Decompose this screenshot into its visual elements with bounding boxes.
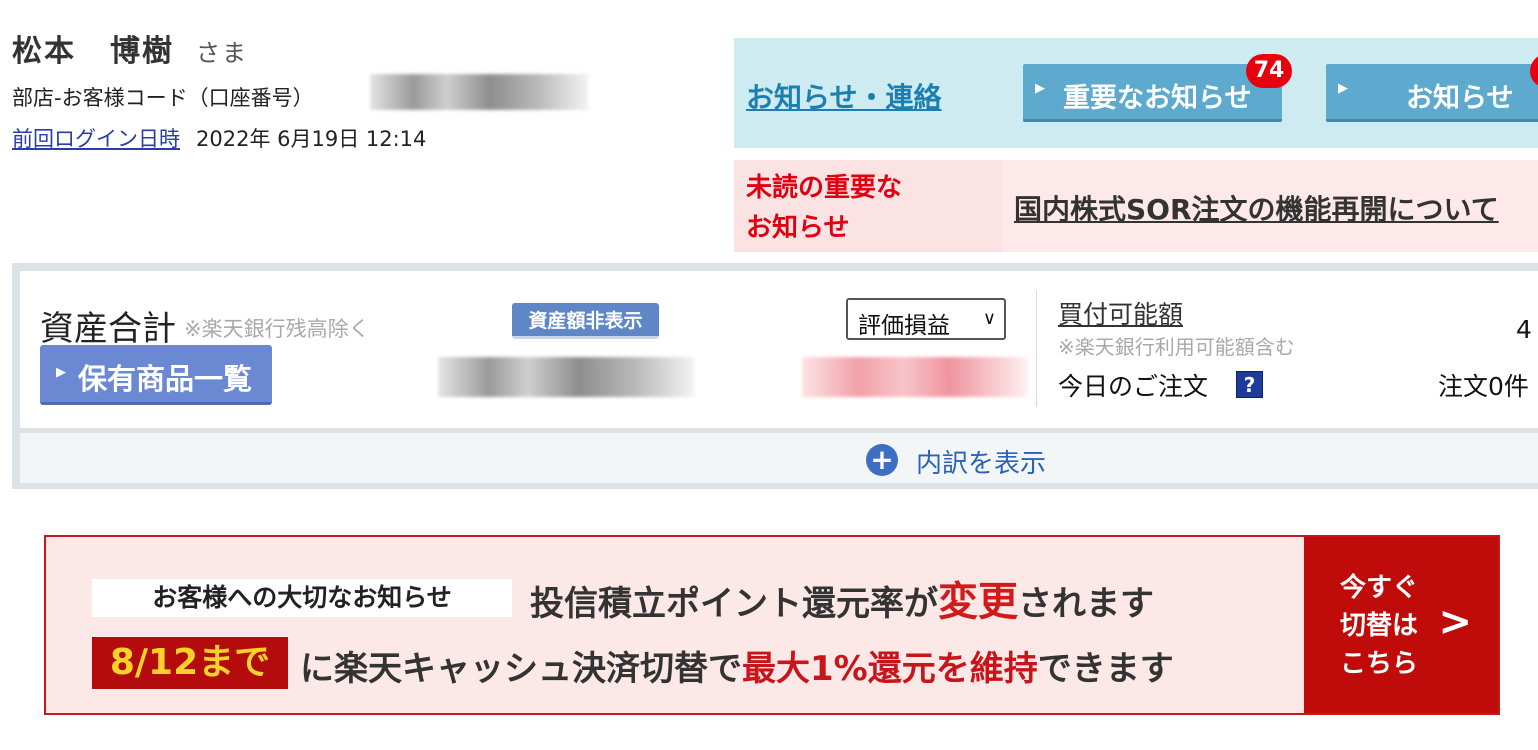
chevron-right-icon: > [1438,599,1472,645]
unread-label-line2: お知らせ [746,213,850,243]
last-login-row: 前回ログイン日時 2022年 6月19日 12:14 [12,123,426,153]
cta-line3: こちら [1340,649,1419,679]
show-breakdown-button[interactable]: + 内訳を表示 [20,433,1538,483]
important-notices-label: 重要なお知らせ [1063,83,1252,114]
holdings-list-label: 保有商品一覧 [78,362,253,396]
asset-total-note: ※楽天銀行残高除く [184,317,370,341]
asset-summary-body: 資産合計 ※楽天銀行残高除く 資産額非表示 ▶ 保有商品一覧 評価損益 ∨ 買付… [20,271,1538,428]
asset-total-redacted [438,357,694,397]
banner-headline-red: 変更 [938,579,1018,625]
triangle-right-icon: ▶ [1035,81,1045,96]
cta-line1: 今すぐ [1340,573,1419,603]
banner-deadline-badge: 8/12まで [92,637,288,689]
buying-power-link[interactable]: 買付可能額 [1058,295,1183,331]
unread-label-line1: 未読の重要な [746,173,903,203]
important-notices-badge: 74 [1246,54,1292,88]
last-login-value: 2022年 6月19日 12:14 [196,127,427,151]
last-login-link[interactable]: 前回ログイン日時 [12,127,180,151]
banner-subline-post: できます [1037,649,1174,689]
buying-power-value: 4 [1516,315,1532,344]
banner-subline-pre: に楽天キャッシュ決済切替で [300,649,742,689]
triangle-right-icon: ▶ [56,365,66,380]
asset-total-title: 資産合計 [40,309,176,349]
profit-loss-select[interactable]: 評価損益 ∨ [846,298,1006,340]
holdings-list-button[interactable]: ▶ 保有商品一覧 [40,345,272,405]
banner-subline-red: 最大1%還元を維持 [742,649,1038,689]
account-code-redacted [370,74,588,110]
divider [1036,291,1037,407]
notices-button[interactable]: ▶ お知らせ [1326,54,1538,122]
banner-cta-button[interactable]: 今すぐ 切替は こちら > [1304,537,1498,713]
triangle-right-icon: ▶ [1338,81,1348,96]
notices-contact-link[interactable]: お知らせ・連絡 [746,76,941,116]
account-code-label: 部店-お客様コード（口座番号） [12,86,314,110]
banner-headline-pre: 投信積立ポイント還元率が [530,584,938,624]
question-mark-icon[interactable]: ? [1236,371,1263,398]
buying-power-note: ※楽天銀行利用可能額含む [1058,335,1295,359]
notices-badge [1530,54,1538,88]
campaign-banner[interactable]: お客様への大切なお知らせ 投信積立ポイント還元率が変更されます 8/12まで に… [44,535,1500,715]
unread-notice-link[interactable]: 国内株式SOR注文の機能再開について [1014,188,1499,228]
notices-label: お知らせ [1406,83,1514,114]
notice-panel: お知らせ・連絡 ▶ 重要なお知らせ 74 ▶ お知らせ [734,38,1538,148]
banner-tag: お客様への大切なお知らせ [92,579,512,617]
banner-cta-text: 今すぐ 切替は こちら [1340,569,1440,683]
chevron-down-icon: ∨ [982,308,996,329]
important-notices-button[interactable]: ▶ 重要なお知らせ 74 [1023,54,1292,122]
cta-line2: 切替は [1340,611,1419,641]
banner-headline: 投信積立ポイント還元率が変更されます [530,569,1154,627]
customer-family-name: 松本 [12,34,76,69]
banner-subline: に楽天キャッシュ決済切替で最大1%還元を維持できます [300,641,1174,690]
profit-loss-select-value: 評価損益 [858,313,950,339]
banner-headline-post: されます [1018,584,1154,624]
plus-circle-icon: + [866,444,898,476]
unread-notice-cell: 国内株式SOR注文の機能再開について [1002,160,1538,252]
asset-summary-panel: 資産合計 ※楽天銀行残高除く 資産額非表示 ▶ 保有商品一覧 評価損益 ∨ 買付… [12,263,1538,489]
customer-given-name: 博樹 [110,34,174,69]
profit-loss-redacted [802,357,1028,397]
hide-asset-amount-button[interactable]: 資産額非表示 [512,303,659,339]
today-orders-count: 注文0件 [1438,372,1529,401]
today-orders-label: 今日のご注文 [1058,372,1209,401]
account-code-row: 部店-お客様コード（口座番号） [12,82,314,112]
unread-important-label: 未読の重要な お知らせ [746,168,986,248]
customer-name: 松本 博樹 さま [12,26,248,70]
show-breakdown-label: 内訳を表示 [916,449,1047,479]
unread-important-row: 未読の重要な お知らせ 国内株式SOR注文の機能再開について [734,160,1538,252]
customer-honorific: さま [196,39,248,67]
